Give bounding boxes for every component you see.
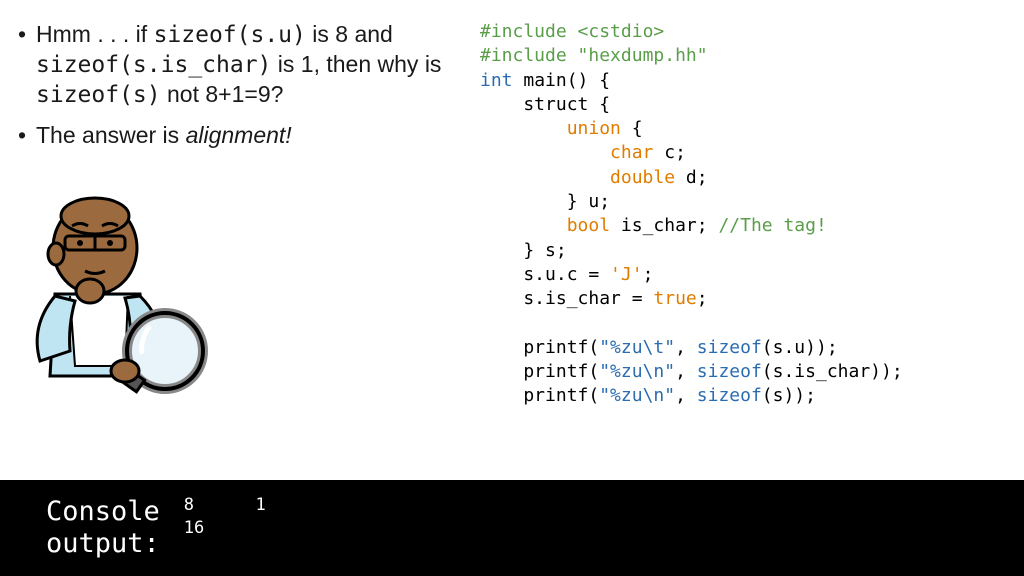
bullet-1: Hmm . . . if sizeof(s.u) is 8 and sizeof…: [36, 20, 470, 109]
console-bar: Console output: 8 1 16: [0, 480, 1024, 576]
text: is 1, then why is: [271, 51, 441, 77]
tok: printf(: [480, 385, 599, 406]
tok: char: [610, 142, 653, 163]
tok: ,: [675, 385, 697, 406]
tok: printf(: [480, 337, 599, 358]
tok: (s.u));: [762, 337, 838, 358]
tok: bool: [567, 215, 610, 236]
tok: "%zu\n": [599, 385, 675, 406]
console-output: 8 1 16: [160, 480, 266, 576]
tok: ;: [643, 264, 654, 285]
tok: 'J': [610, 264, 643, 285]
tok: {: [621, 118, 643, 139]
code-block: #include <cstdio> #include "hexdump.hh" …: [480, 20, 1024, 409]
tok: ,: [675, 361, 697, 382]
tok: double: [610, 167, 675, 188]
thinking-person-icon: [0, 176, 230, 416]
tok: "hexdump.hh": [578, 45, 708, 66]
tok: #include: [480, 21, 578, 42]
tok: "%zu\t": [599, 337, 675, 358]
tok: d;: [675, 167, 708, 188]
bullet-2: The answer is alignment!: [36, 121, 470, 150]
tok: int: [480, 70, 513, 91]
tok: (s));: [762, 385, 816, 406]
tok: true: [653, 288, 696, 309]
tok: <cstdio>: [578, 21, 665, 42]
tok: #include: [480, 45, 578, 66]
tok: s.is_char =: [480, 288, 653, 309]
tok: //The tag!: [718, 215, 826, 236]
tok: ;: [697, 288, 708, 309]
text: The answer is: [36, 122, 186, 148]
code-inline: sizeof(s): [36, 82, 161, 108]
text: is 8 and: [306, 21, 393, 47]
tok: s.u.c =: [480, 264, 610, 285]
code-inline: sizeof(s.u): [154, 22, 306, 48]
tok: } s;: [480, 240, 567, 261]
tok: union: [567, 118, 621, 139]
console-label: Console output:: [0, 480, 160, 576]
text: not 8+1=9?: [161, 81, 284, 107]
tok: } u;: [480, 191, 610, 212]
tok: is_char;: [610, 215, 718, 236]
tok: sizeof: [697, 361, 762, 382]
tok: sizeof: [697, 385, 762, 406]
emphasis: alignment!: [186, 122, 292, 148]
tok: sizeof: [697, 337, 762, 358]
tok: (s.is_char));: [762, 361, 903, 382]
tok: printf(: [480, 361, 599, 382]
code-inline: sizeof(s.is_char): [36, 52, 271, 78]
tok: struct {: [480, 94, 610, 115]
text: Hmm . . . if: [36, 21, 154, 47]
tok: "%zu\n": [599, 361, 675, 382]
tok: ,: [675, 337, 697, 358]
tok: main() {: [513, 70, 611, 91]
tok: c;: [653, 142, 686, 163]
